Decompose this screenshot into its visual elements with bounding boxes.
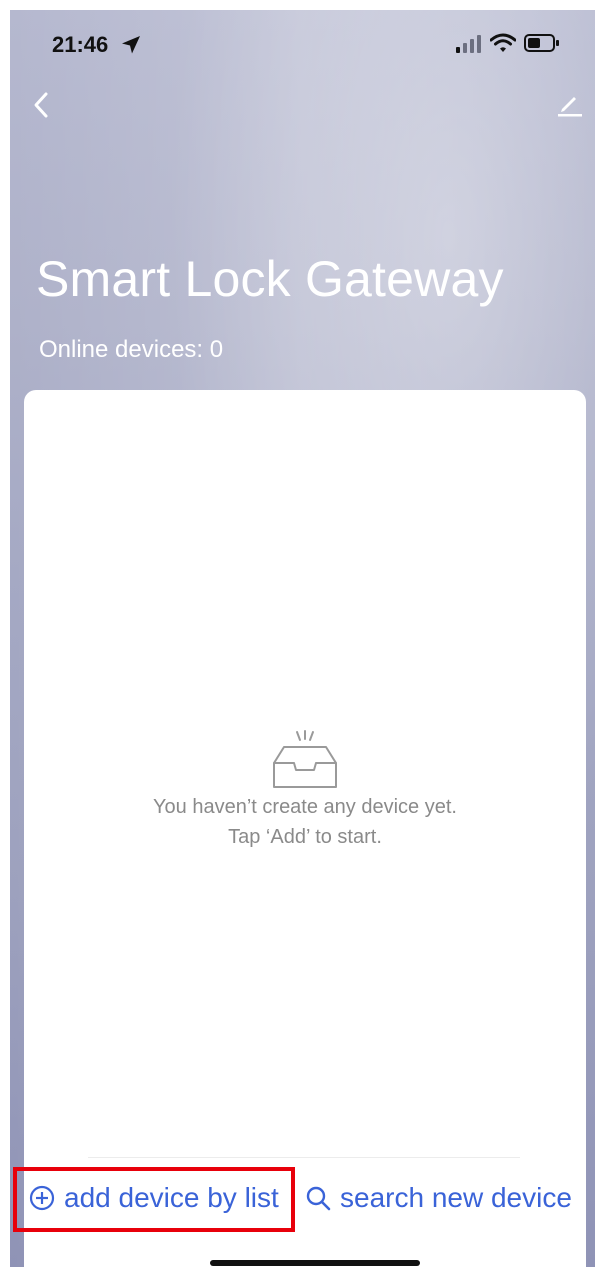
signal-icon bbox=[456, 35, 482, 58]
search-icon bbox=[306, 1186, 331, 1211]
location-arrow-icon bbox=[120, 34, 142, 61]
device-list-card: You haven’t create any device yet. Tap ‘… bbox=[24, 390, 586, 1267]
empty-inbox-icon bbox=[270, 730, 340, 795]
add-device-by-list-label: add device by list bbox=[64, 1182, 279, 1213]
wifi-icon bbox=[489, 33, 517, 58]
divider bbox=[88, 1157, 520, 1158]
add-device-by-list-button[interactable]: add device by list bbox=[28, 1175, 279, 1221]
status-time: 21:46 bbox=[52, 32, 109, 57]
edit-pencil-icon[interactable] bbox=[556, 90, 584, 118]
online-devices-count: Online devices: 0 bbox=[39, 336, 224, 363]
empty-state-message: You haven’t create any device yet. bbox=[153, 796, 457, 818]
status-bar: 21:46 bbox=[10, 10, 595, 72]
search-new-device-label: search new device bbox=[340, 1182, 572, 1213]
empty-state-hint: Tap ‘Add’ to start. bbox=[228, 826, 382, 848]
add-circle-icon bbox=[29, 1185, 55, 1211]
app-screen: 21:46 Smart Lock Gateway Online devices:… bbox=[10, 10, 595, 1267]
back-chevron-icon[interactable] bbox=[30, 90, 54, 120]
search-new-device-button[interactable]: search new device bbox=[304, 1175, 572, 1221]
battery-icon bbox=[524, 34, 560, 57]
page-title: Smart Lock Gateway bbox=[36, 251, 504, 307]
home-indicator bbox=[210, 1260, 420, 1266]
